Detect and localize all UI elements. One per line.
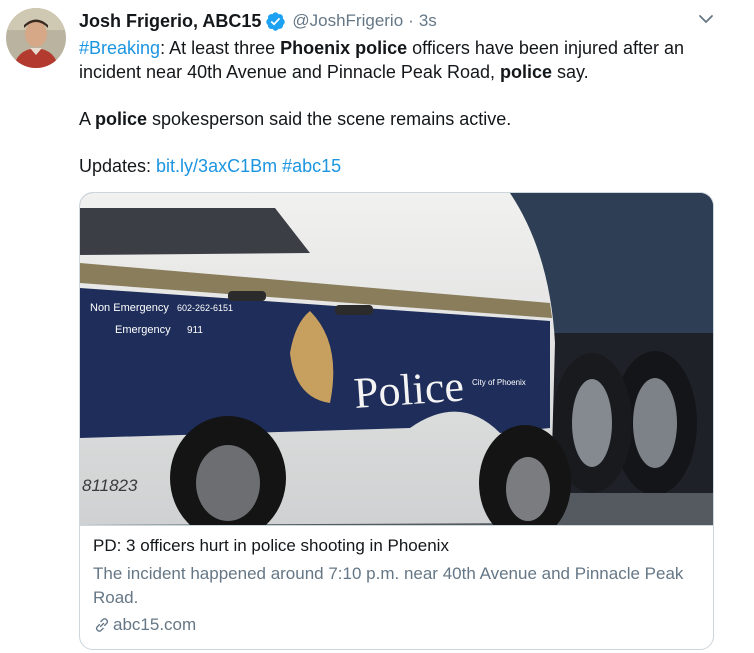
tweet-paragraph-1: #Breaking: At least three Phoenix police… bbox=[79, 36, 719, 84]
image-text-phone: 602-262-6151 bbox=[177, 303, 233, 313]
tweet[interactable]: Josh Frigerio, ABC15 @JoshFrigerio · 3s … bbox=[0, 0, 754, 653]
text-segment: say. bbox=[552, 62, 589, 82]
text-segment: : At least three bbox=[160, 38, 281, 58]
card-title[interactable]: PD: 3 officers hurt in police shooting i… bbox=[93, 536, 449, 556]
tweet-header: Josh Frigerio, ABC15 @JoshFrigerio · 3s bbox=[79, 9, 437, 33]
image-text-911: 911 bbox=[187, 325, 203, 336]
short-url-link[interactable]: bit.ly/3axC1Bm bbox=[156, 156, 277, 176]
card-image[interactable]: Non Emergency Emergency 602-262-6151 911… bbox=[80, 193, 713, 525]
image-text-police: Police bbox=[352, 361, 465, 418]
card-description: The incident happened around 7:10 p.m. n… bbox=[93, 564, 684, 607]
timestamp[interactable]: 3s bbox=[419, 11, 437, 31]
highlighted-term: police bbox=[499, 62, 552, 82]
card-domain-text: abc15.com bbox=[113, 615, 197, 634]
link-preview-card[interactable]: Non Emergency Emergency 602-262-6151 911… bbox=[79, 192, 714, 650]
image-text-unit-number: 811823 bbox=[82, 476, 138, 495]
text-segment: Updates: bbox=[79, 156, 157, 176]
author-handle[interactable]: @JoshFrigerio bbox=[292, 11, 403, 31]
text-segment: A bbox=[79, 109, 96, 129]
tweet-paragraph-3: Updates: bit.ly/3axC1Bm #abc15 bbox=[79, 154, 719, 178]
separator-dot: · bbox=[408, 11, 414, 30]
text-segment: spokesperson said the scene remains acti… bbox=[147, 109, 512, 129]
link-icon bbox=[95, 618, 109, 632]
hashtag-breaking[interactable]: #Breaking bbox=[79, 38, 160, 58]
highlighted-term: Phoenix police bbox=[280, 38, 408, 58]
verified-badge-icon bbox=[266, 11, 286, 31]
chevron-down-icon[interactable] bbox=[696, 9, 716, 29]
avatar[interactable] bbox=[6, 8, 66, 68]
highlighted-term: police bbox=[95, 109, 148, 129]
tweet-text: #Breaking: At least three Phoenix police… bbox=[79, 36, 719, 178]
image-text-city: City of Phoenix bbox=[472, 378, 526, 387]
author-name[interactable]: Josh Frigerio, ABC15 bbox=[79, 11, 261, 32]
card-domain[interactable]: abc15.com bbox=[93, 615, 196, 635]
hashtag-abc15[interactable]: #abc15 bbox=[282, 156, 341, 176]
tweet-paragraph-2: A police spokesperson said the scene rem… bbox=[79, 107, 719, 131]
image-text-emergency: Emergency bbox=[115, 324, 171, 336]
card-meta[interactable]: PD: 3 officers hurt in police shooting i… bbox=[80, 525, 713, 649]
image-text-non-emergency: Non Emergency bbox=[90, 302, 169, 314]
